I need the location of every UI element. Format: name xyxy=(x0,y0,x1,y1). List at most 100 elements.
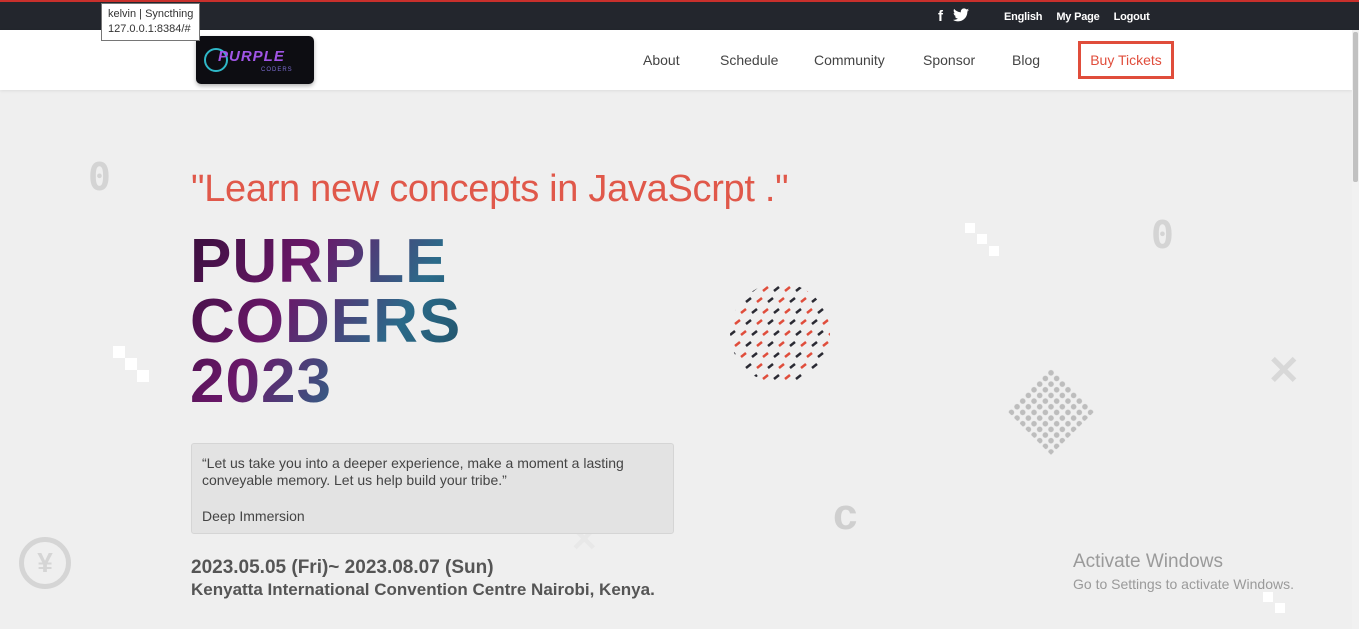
dash-mark xyxy=(773,330,780,336)
buy-tickets-button[interactable]: Buy Tickets xyxy=(1078,41,1174,79)
dash-mark xyxy=(740,352,747,358)
nav-sponsor[interactable]: Sponsor xyxy=(923,52,975,68)
dash-mark xyxy=(811,341,818,347)
dash-mark xyxy=(795,352,802,358)
dash-mark xyxy=(762,308,769,314)
dash-mark xyxy=(762,374,769,380)
dash-mark xyxy=(740,308,747,314)
dash-mark xyxy=(730,330,736,336)
nav-blog[interactable]: Blog xyxy=(1012,52,1040,68)
dash-mark xyxy=(756,297,763,303)
dash-mark xyxy=(828,332,830,336)
my-page-link[interactable]: My Page xyxy=(1056,11,1099,23)
dash-mark xyxy=(800,341,807,347)
dash-mark xyxy=(789,319,796,325)
pixel-decoration xyxy=(125,358,137,370)
pixel-decoration xyxy=(1275,603,1285,613)
dash-mark xyxy=(734,341,741,347)
dash-mark xyxy=(784,330,791,336)
dash-mark xyxy=(767,363,774,369)
dash-mark xyxy=(828,354,830,358)
dash-mark xyxy=(789,341,796,347)
dash-mark xyxy=(828,288,830,292)
dash-mark xyxy=(817,330,824,336)
dash-mark xyxy=(762,352,769,358)
dash-mark xyxy=(778,341,785,347)
pixel-decoration xyxy=(113,346,125,358)
dash-mark xyxy=(822,319,829,325)
nav-about[interactable]: About xyxy=(643,52,680,68)
quote-author: Deep Immersion xyxy=(202,508,305,524)
dash-mark xyxy=(756,319,763,325)
event-date: 2023.05.05 (Fri)~ 2023.08.07 (Sun) xyxy=(191,557,494,578)
dash-mark xyxy=(773,374,780,380)
pixel-decoration xyxy=(989,246,999,256)
dash-mark xyxy=(730,374,736,380)
dash-mark xyxy=(734,363,741,369)
hero-title: PURPLE CODERS 2023 xyxy=(190,227,462,416)
dash-mark xyxy=(784,374,791,380)
logout-link[interactable]: Logout xyxy=(1114,11,1150,23)
social-links: f xyxy=(938,8,969,26)
purple-coders-logo[interactable]: PURPLE CODERS xyxy=(196,36,314,84)
dash-mark xyxy=(817,374,824,380)
nav-schedule[interactable]: Schedule xyxy=(720,52,778,68)
dash-mark xyxy=(767,319,774,325)
dash-mark xyxy=(778,297,785,303)
dash-mark xyxy=(762,286,769,292)
dash-mark xyxy=(730,286,736,292)
quote-box: “Let us take you into a deeper experienc… xyxy=(191,443,674,534)
dash-mark xyxy=(773,352,780,358)
dash-mark xyxy=(795,330,802,336)
language-link[interactable]: English xyxy=(1004,11,1043,23)
dash-mark xyxy=(817,352,824,358)
dash-mark xyxy=(806,374,813,380)
facebook-icon[interactable]: f xyxy=(938,8,943,26)
dash-mark xyxy=(751,374,758,380)
dash-mark xyxy=(795,374,802,380)
dash-mark xyxy=(806,330,813,336)
dash-mark xyxy=(734,297,741,303)
pixel-decoration xyxy=(977,234,987,244)
dash-mark xyxy=(778,363,785,369)
dash-mark xyxy=(817,286,824,292)
pixel-decoration xyxy=(965,223,975,233)
dash-mark xyxy=(773,308,780,314)
zero-decoration: 0 xyxy=(1151,213,1174,257)
dash-mark xyxy=(767,341,774,347)
quote-text: “Let us take you into a deeper experienc… xyxy=(202,455,624,488)
nav-community[interactable]: Community xyxy=(814,52,885,68)
scrollbar-thumb[interactable] xyxy=(1353,32,1358,182)
dash-mark xyxy=(773,286,780,292)
dash-mark xyxy=(828,376,830,380)
dash-mark xyxy=(762,330,769,336)
diamond-dot-decoration xyxy=(1007,367,1095,455)
activate-windows-watermark: Activate Windows Go to Settings to activ… xyxy=(1073,551,1294,592)
page-scrollbar[interactable] xyxy=(1352,30,1359,629)
c-decoration: c xyxy=(833,490,858,539)
dash-mark xyxy=(795,308,802,314)
yen-decoration-icon: ¥ xyxy=(19,537,71,589)
dash-mark xyxy=(811,297,818,303)
dash-mark xyxy=(822,297,829,303)
dash-mark xyxy=(767,297,774,303)
dash-mark xyxy=(784,352,791,358)
link-tooltip: kelvin | Syncthing 127.0.0.1:8384/# xyxy=(101,3,201,41)
account-links: English My Page Logout xyxy=(1004,11,1150,23)
dash-mark xyxy=(800,363,807,369)
pixel-decoration xyxy=(137,370,149,382)
dash-mark xyxy=(730,308,736,314)
top-bar: f English My Page Logout xyxy=(0,0,1359,30)
dotted-circle-decoration xyxy=(730,283,830,383)
dash-mark xyxy=(811,319,818,325)
dash-mark xyxy=(784,308,791,314)
pixel-decoration xyxy=(1263,592,1273,602)
dash-mark xyxy=(751,286,758,292)
dash-mark xyxy=(740,330,747,336)
twitter-icon[interactable] xyxy=(953,8,969,26)
dash-mark xyxy=(800,297,807,303)
dash-mark xyxy=(756,341,763,347)
hero-tagline: "Learn new concepts in JavaScrpt ." xyxy=(191,168,789,210)
x-decoration: ✕ xyxy=(1267,349,1301,393)
dash-mark xyxy=(800,319,807,325)
